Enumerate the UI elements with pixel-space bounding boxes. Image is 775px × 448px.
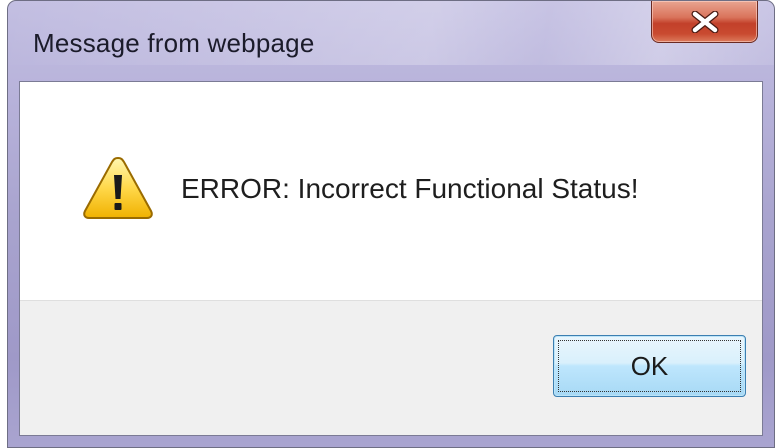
dialog-body: ERROR: Incorrect Functional Status! OK [19, 81, 763, 436]
close-button[interactable] [651, 1, 758, 43]
ok-button-label: OK [630, 350, 669, 381]
warning-icon [83, 156, 153, 219]
dialog-window: Message from webpage ERROR: Incorrect Fu… [7, 0, 775, 448]
close-icon [691, 10, 718, 33]
message-area: ERROR: Incorrect Functional Status! [20, 82, 762, 300]
dialog-title: Message from webpage [33, 28, 315, 58]
ok-button[interactable]: OK [553, 335, 746, 397]
title-bar[interactable]: Message from webpage [8, 1, 774, 81]
error-message: ERROR: Incorrect Functional Status! [181, 173, 639, 204]
button-area: OK [20, 300, 762, 435]
